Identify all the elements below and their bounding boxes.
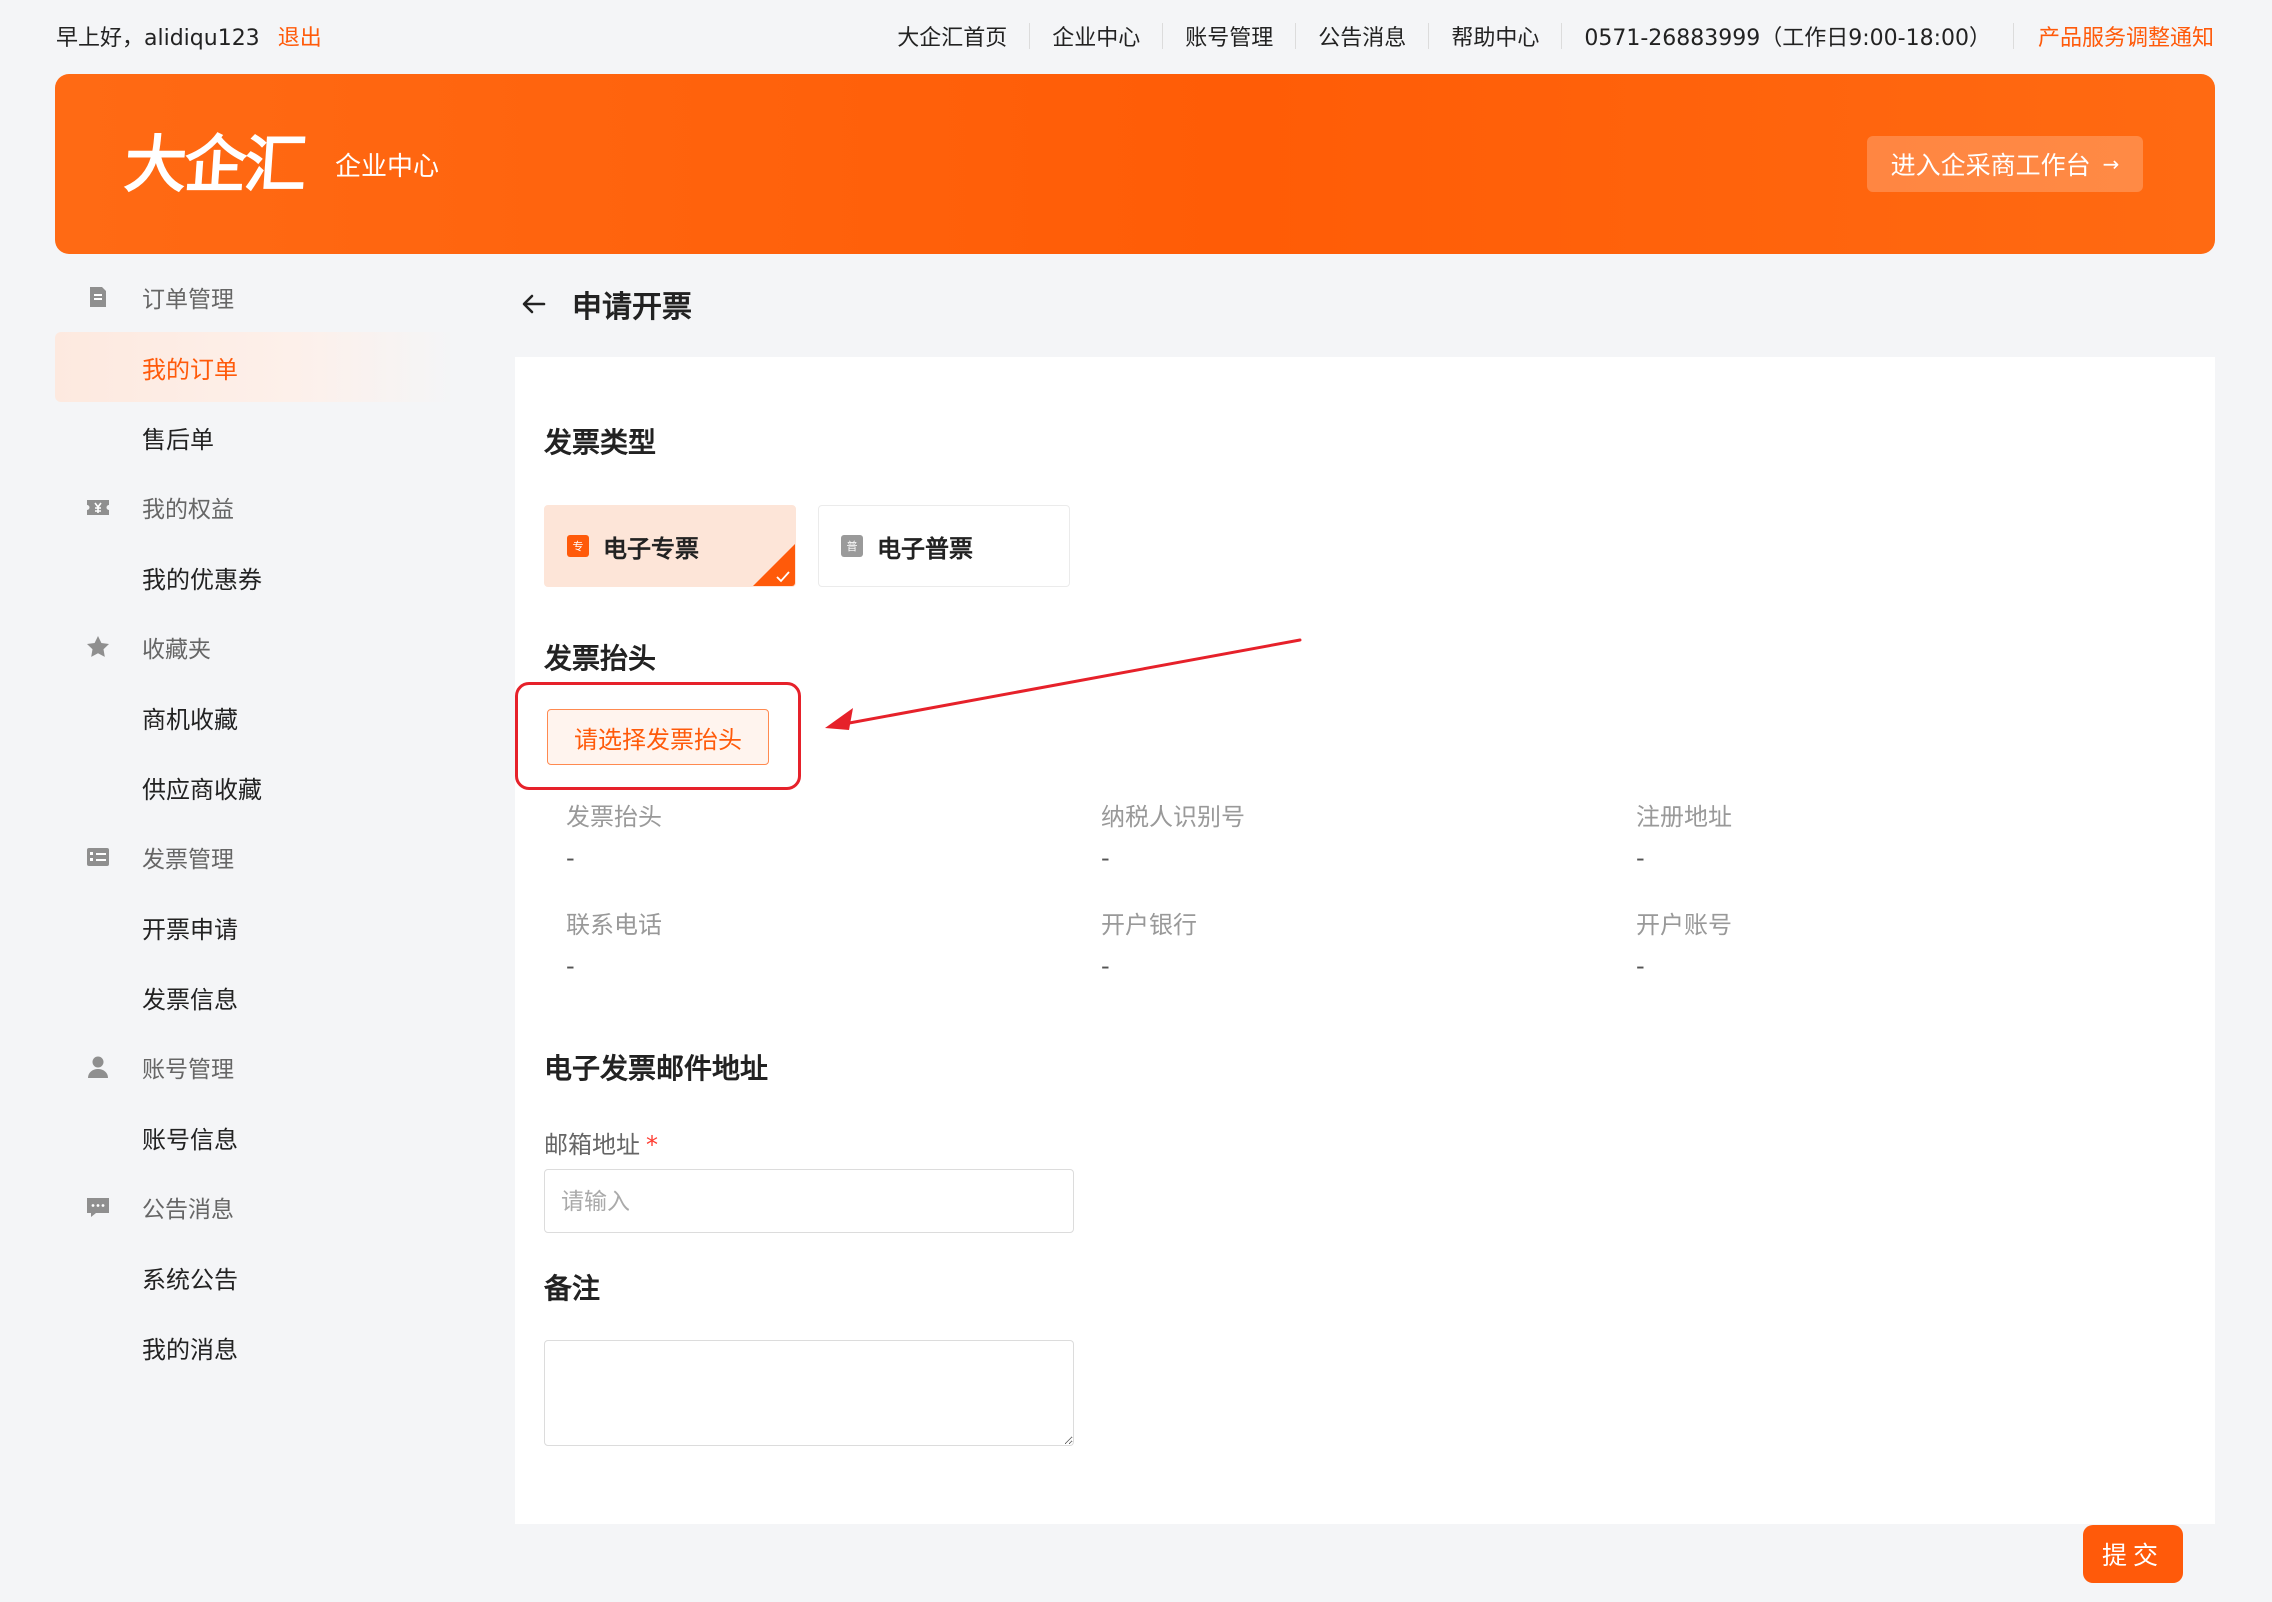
field-label: 纳税人识别号	[1101, 803, 1245, 831]
sidebar-item-invoice-request[interactable]: 开票申请	[55, 892, 455, 962]
field-invoice-header: 发票抬头 -	[566, 797, 662, 872]
message-icon	[87, 1198, 109, 1217]
invoice-type-label: 电子专票	[603, 534, 699, 563]
sidebar-group-label: 订单管理	[142, 287, 234, 313]
arrow-right-icon: →	[2102, 152, 2120, 176]
check-icon	[776, 571, 790, 583]
section-title-text: 备注	[544, 1272, 601, 1305]
normal-invoice-icon: 普	[841, 535, 863, 557]
star-icon	[87, 636, 109, 657]
user-icon	[88, 1056, 108, 1078]
workbench-button-label: 进入企采商工作台	[1890, 151, 2091, 180]
sidebar-group-account: 账号管理	[55, 1032, 455, 1102]
section-title-email: 电子发票邮件地址	[544, 1047, 769, 1091]
greeting-text: 早上好，alidiqu123	[56, 26, 260, 51]
field-label: 开户银行	[1101, 911, 1197, 939]
required-mark: *	[646, 1131, 658, 1159]
document-icon	[90, 287, 106, 307]
sidebar-group-favorites: 收藏夹	[55, 612, 455, 682]
greeting-area: 早上好，alidiqu123 退出	[56, 20, 322, 52]
email-input[interactable]	[544, 1169, 1074, 1233]
sidebar-item-after-sales[interactable]: 售后单	[55, 402, 455, 472]
sidebar-group-benefits: 我的权益	[55, 472, 455, 542]
yen-ticket-icon	[87, 500, 109, 515]
sidebar: 订单管理 我的订单 售后单 我的权益 我的优惠券 收藏夹 商机收藏 供应商收藏 …	[55, 262, 455, 1382]
sidebar-group-messages: 公告消息	[55, 1172, 455, 1242]
sidebar-item-supplier-favorites[interactable]: 供应商收藏	[55, 752, 455, 822]
page-title: 申请开票	[572, 290, 692, 325]
top-bar: 早上好，alidiqu123 退出 大企汇首页 企业中心 账号管理 公告消息 帮助…	[0, 0, 2272, 72]
nav-enterprise-center-link[interactable]: 企业中心	[1030, 20, 1162, 52]
field-label: 联系电话	[566, 911, 662, 939]
field-bank-name: 开户银行 -	[1101, 905, 1197, 980]
sidebar-item-my-messages[interactable]: 我的消息	[55, 1312, 455, 1382]
annotation-arrow-icon	[825, 638, 1302, 730]
service-notice-link[interactable]: 产品服务调整通知	[2014, 20, 2214, 52]
sidebar-group-orders: 订单管理	[55, 262, 455, 332]
nav-help-link[interactable]: 帮助中心	[1429, 20, 1561, 52]
field-label: 注册地址	[1636, 803, 1732, 831]
banner-subtitle: 企业中心	[335, 152, 440, 182]
nav-home-link[interactable]: 大企汇首页	[875, 20, 1029, 52]
email-field-label: 邮箱地址 *	[544, 1125, 658, 1160]
sidebar-item-opportunity-favorites[interactable]: 商机收藏	[55, 682, 455, 752]
field-value: -	[1101, 844, 1110, 872]
invoice-form-card: 发票类型 专 电子专票 普 电子普票 发票抬头 请选择发票抬头 发票抬头 - 纳…	[515, 357, 2215, 1524]
sidebar-group-label: 收藏夹	[142, 637, 211, 663]
section-title-text: 电子发票邮件地址	[544, 1052, 769, 1085]
field-value: -	[1636, 844, 1645, 872]
choose-invoice-header-button[interactable]: 请选择发票抬头	[547, 709, 769, 765]
field-value: -	[566, 844, 575, 872]
field-value: -	[566, 952, 575, 980]
top-nav: 大企汇首页 企业中心 账号管理 公告消息 帮助中心 0571-26883999（…	[875, 20, 2214, 52]
special-invoice-icon: 专	[567, 535, 589, 557]
arrow-left-icon[interactable]	[518, 288, 550, 320]
section-title-text: 发票抬头	[544, 642, 657, 675]
email-label-text: 邮箱地址	[544, 1131, 640, 1159]
sidebar-item-invoice-info[interactable]: 发票信息	[55, 962, 455, 1032]
logout-link[interactable]: 退出	[278, 20, 322, 52]
field-taxpayer-id: 纳税人识别号 -	[1101, 797, 1245, 872]
sidebar-group-label: 我的权益	[142, 497, 234, 523]
enter-workbench-button[interactable]: 进入企采商工作台 →	[1867, 136, 2143, 192]
field-label: 开户账号	[1636, 911, 1732, 939]
invoice-type-normal-option[interactable]: 普 电子普票	[818, 505, 1070, 587]
section-title-text: 发票类型	[544, 426, 657, 459]
sidebar-item-system-announcements[interactable]: 系统公告	[55, 1242, 455, 1312]
service-phone: 0571-26883999（工作日9:00-18:00）	[1584, 26, 1991, 51]
sidebar-item-account-info[interactable]: 账号信息	[55, 1102, 455, 1172]
sidebar-group-invoices: 发票管理	[55, 822, 455, 892]
highlight-box: 请选择发票抬头	[515, 682, 801, 790]
invoice-type-special-option[interactable]: 专 电子专票	[544, 505, 796, 587]
invoice-type-label: 电子普票	[877, 534, 973, 563]
page-header: 申请开票	[518, 282, 692, 326]
section-title-invoice-header: 发票抬头	[544, 637, 657, 681]
sidebar-group-label: 账号管理	[142, 1057, 234, 1083]
field-bank-account: 开户账号 -	[1636, 905, 1732, 980]
field-registered-address: 注册地址 -	[1636, 797, 1732, 872]
section-title-invoice-type: 发票类型	[544, 421, 657, 465]
sidebar-item-coupons[interactable]: 我的优惠券	[55, 542, 455, 612]
field-label: 发票抬头	[566, 803, 662, 831]
nav-announcements-link[interactable]: 公告消息	[1296, 20, 1428, 52]
field-value: -	[1101, 952, 1110, 980]
field-value: -	[1636, 952, 1645, 980]
remark-textarea[interactable]	[544, 1340, 1074, 1446]
submit-button[interactable]: 提交	[2083, 1525, 2183, 1583]
header-banner: 大企汇 企业中心 进入企采商工作台 →	[55, 74, 2215, 254]
sidebar-group-label: 发票管理	[142, 847, 234, 873]
brand-logo[interactable]: 大企汇	[122, 114, 308, 204]
nav-account-link[interactable]: 账号管理	[1163, 20, 1295, 52]
section-title-remark: 备注	[544, 1267, 601, 1311]
field-contact-phone: 联系电话 -	[566, 905, 662, 980]
sidebar-group-label: 公告消息	[142, 1197, 234, 1223]
invoice-list-icon	[87, 848, 109, 866]
sidebar-item-my-orders[interactable]: 我的订单	[55, 332, 455, 402]
